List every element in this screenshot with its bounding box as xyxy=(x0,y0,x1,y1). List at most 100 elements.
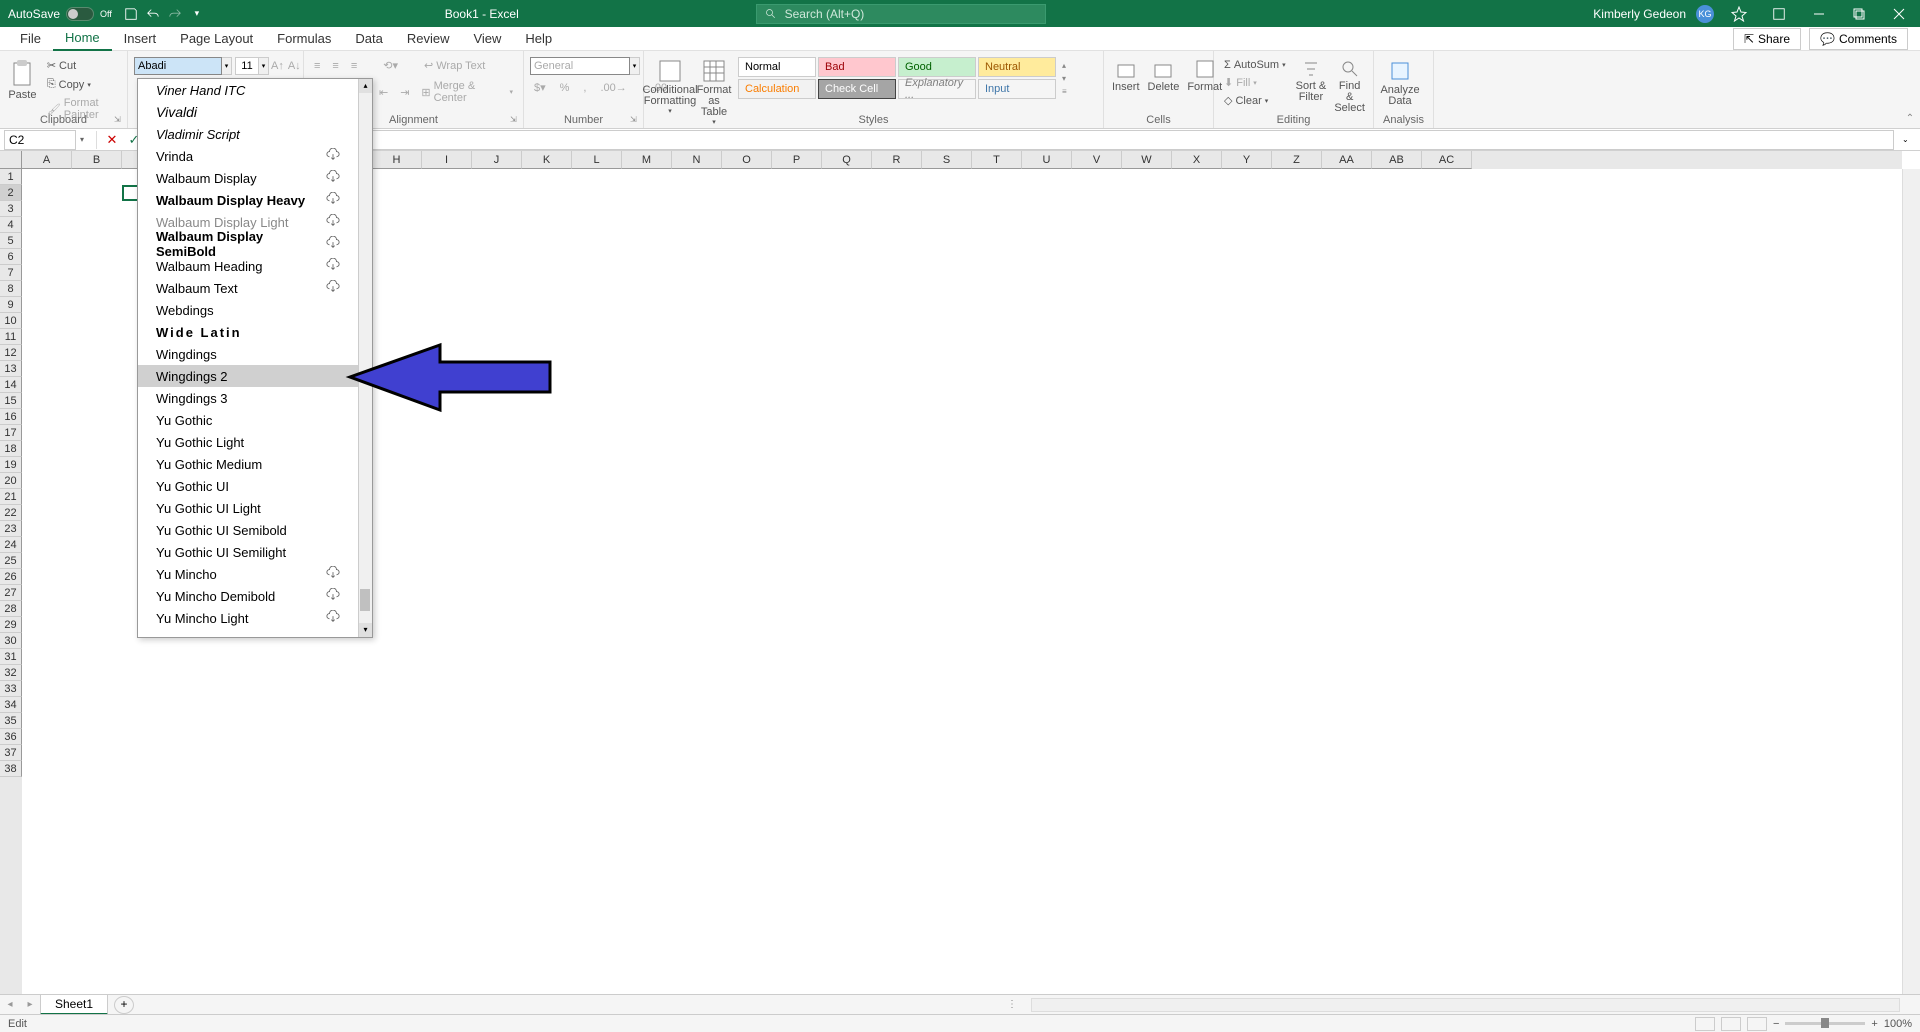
font-option[interactable]: Walbaum Text xyxy=(138,277,358,299)
row-header[interactable]: 21 xyxy=(0,489,22,505)
scroll-down-icon[interactable]: ▾ xyxy=(359,623,372,637)
autosum-button[interactable]: ΣAutoSum▾ xyxy=(1220,57,1290,73)
sheet-split-icon[interactable]: ⋮ xyxy=(1001,999,1023,1010)
font-option[interactable]: Yu Gothic Light xyxy=(138,431,358,453)
font-option[interactable]: Walbaum Display xyxy=(138,167,358,189)
row-header[interactable]: 31 xyxy=(0,649,22,665)
conditional-formatting-button[interactable]: Conditional Formatting▾ xyxy=(650,57,690,117)
paste-button[interactable]: Paste xyxy=(6,57,39,103)
style-input[interactable]: Input xyxy=(978,79,1056,99)
column-header[interactable]: X xyxy=(1172,151,1222,169)
zoom-slider[interactable] xyxy=(1785,1022,1865,1025)
tab-page-layout[interactable]: Page Layout xyxy=(168,27,265,50)
column-header[interactable]: J xyxy=(472,151,522,169)
font-option[interactable]: Yu Gothic Medium xyxy=(138,453,358,475)
column-header[interactable]: N xyxy=(672,151,722,169)
autosave-toggle[interactable]: AutoSave Off xyxy=(0,7,120,21)
row-header[interactable]: 1 xyxy=(0,169,22,185)
style-bad[interactable]: Bad xyxy=(818,57,896,77)
style-normal[interactable]: Normal xyxy=(738,57,816,77)
column-header[interactable]: W xyxy=(1122,151,1172,169)
sheet-nav-next-icon[interactable]: ▸ xyxy=(20,999,40,1010)
undo-icon[interactable] xyxy=(142,3,164,25)
row-header[interactable]: 5 xyxy=(0,233,22,249)
number-launcher-icon[interactable]: ⇲ xyxy=(630,115,640,125)
row-header[interactable]: 38 xyxy=(0,761,22,777)
font-option[interactable]: Yu Gothic UI Light xyxy=(138,497,358,519)
styles-scroll-down-icon[interactable]: ▾ xyxy=(1062,74,1067,83)
row-header[interactable]: 7 xyxy=(0,265,22,281)
alignment-launcher-icon[interactable]: ⇲ xyxy=(510,115,520,125)
style-check-cell[interactable]: Check Cell xyxy=(818,79,896,99)
row-header[interactable]: 13 xyxy=(0,361,22,377)
tab-file[interactable]: File xyxy=(8,27,53,50)
row-header[interactable]: 14 xyxy=(0,377,22,393)
row-header[interactable]: 29 xyxy=(0,617,22,633)
minimize-icon[interactable] xyxy=(1804,3,1834,25)
column-header[interactable]: AA xyxy=(1322,151,1372,169)
column-header[interactable]: I xyxy=(422,151,472,169)
font-option[interactable]: Yu Gothic UI Semilight xyxy=(138,541,358,563)
column-header[interactable]: AB xyxy=(1372,151,1422,169)
clear-button[interactable]: ◇Clear▾ xyxy=(1220,92,1290,109)
insert-cells-button[interactable]: Insert xyxy=(1110,57,1142,95)
column-header[interactable]: H xyxy=(372,151,422,169)
toggle-off-icon[interactable] xyxy=(66,7,94,21)
row-header[interactable]: 6 xyxy=(0,249,22,265)
zoom-out-icon[interactable]: − xyxy=(1773,1018,1779,1030)
column-header[interactable]: A xyxy=(22,151,72,169)
row-header[interactable]: 18 xyxy=(0,441,22,457)
increase-font-icon[interactable]: A↑ xyxy=(269,57,286,75)
row-header[interactable]: 17 xyxy=(0,425,22,441)
vertical-scrollbar[interactable] xyxy=(1902,169,1920,994)
select-all-button[interactable] xyxy=(0,151,22,169)
accounting-icon[interactable]: $▾ xyxy=(530,79,550,96)
row-header[interactable]: 16 xyxy=(0,409,22,425)
row-header[interactable]: 12 xyxy=(0,345,22,361)
row-header[interactable]: 11 xyxy=(0,329,22,345)
row-header[interactable]: 35 xyxy=(0,713,22,729)
align-middle-icon[interactable]: ≡ xyxy=(328,57,342,74)
number-dd-arrow[interactable]: ▾ xyxy=(630,57,640,75)
row-header[interactable]: 28 xyxy=(0,601,22,617)
font-option[interactable]: Vrinda xyxy=(138,145,358,167)
row-header[interactable]: 20 xyxy=(0,473,22,489)
size-dropdown-arrow[interactable]: ▾ xyxy=(259,57,269,75)
user-name[interactable]: Kimberly Gedeon xyxy=(1593,7,1686,21)
column-header[interactable]: S xyxy=(922,151,972,169)
horizontal-scrollbar[interactable] xyxy=(1031,998,1900,1012)
page-break-view-icon[interactable] xyxy=(1747,1017,1767,1031)
tab-data[interactable]: Data xyxy=(343,27,394,50)
font-option[interactable]: Vivaldi xyxy=(138,101,358,123)
name-box[interactable]: C2 xyxy=(4,130,76,150)
normal-view-icon[interactable] xyxy=(1695,1017,1715,1031)
increase-indent-icon[interactable]: ⇥ xyxy=(396,78,413,106)
copy-button[interactable]: ⎘Copy▾ xyxy=(43,76,121,93)
analyze-data-button[interactable]: Analyze Data xyxy=(1380,57,1420,109)
wrap-text-button[interactable]: ↩Wrap Text xyxy=(420,57,489,74)
column-header[interactable]: M xyxy=(622,151,672,169)
row-header[interactable]: 19 xyxy=(0,457,22,473)
qat-customize-icon[interactable]: ▾ xyxy=(186,3,208,25)
delete-cells-button[interactable]: Delete xyxy=(1146,57,1182,95)
row-header[interactable]: 25 xyxy=(0,553,22,569)
collapse-ribbon-icon[interactable]: ⌃ xyxy=(1900,109,1920,128)
orientation-icon[interactable]: ⟲▾ xyxy=(379,57,402,74)
redo-icon[interactable] xyxy=(164,3,186,25)
coming-soon-icon[interactable] xyxy=(1724,3,1754,25)
font-dropdown-arrow[interactable]: ▾ xyxy=(222,57,232,75)
style-calculation[interactable]: Calculation xyxy=(738,79,816,99)
font-option[interactable]: Vladimir Script xyxy=(138,123,358,145)
row-header[interactable]: 2 xyxy=(0,185,22,201)
add-sheet-button[interactable]: + xyxy=(114,996,134,1014)
cancel-formula-icon[interactable]: ✕ xyxy=(101,132,123,148)
maximize-icon[interactable] xyxy=(1844,3,1874,25)
row-header[interactable]: 33 xyxy=(0,681,22,697)
font-option[interactable]: Wide Latin xyxy=(138,321,358,343)
percent-icon[interactable]: % xyxy=(556,79,574,96)
sort-filter-button[interactable]: Sort & Filter xyxy=(1294,57,1329,105)
font-option[interactable]: Wingdings xyxy=(138,343,358,365)
column-header[interactable]: T xyxy=(972,151,1022,169)
sheet-nav-prev-icon[interactable]: ◂ xyxy=(0,999,20,1010)
clipboard-launcher-icon[interactable]: ⇲ xyxy=(114,115,124,125)
